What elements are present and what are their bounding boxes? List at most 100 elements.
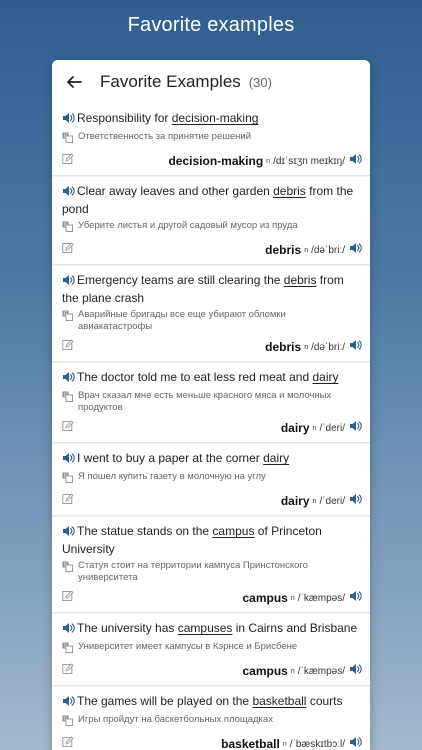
headword: decision-making (168, 154, 264, 168)
speaker-icon[interactable] (349, 152, 362, 170)
edit-icon[interactable] (62, 338, 74, 356)
pronunciation: /ˈderi/ (319, 422, 345, 434)
edit-icon[interactable] (62, 589, 74, 607)
translation-text: Статуя стоит на территории кампуса Принс… (78, 560, 308, 583)
favorites-count: (30) (248, 74, 272, 90)
card-footer: debris n /dəˈbriː/ (62, 242, 362, 258)
pronunciation: /ˈbæskɪtbɔːl/ (289, 738, 345, 750)
translate-icon: G (62, 472, 74, 487)
examples-list: Responsibility for decision-making G Отв… (52, 104, 370, 750)
svg-text:G: G (64, 393, 68, 399)
svg-text:G: G (64, 717, 68, 723)
translate-icon: G (62, 642, 74, 657)
example-sentence: Responsibility for decision-making (62, 110, 362, 128)
example-card: The doctor told me to eat less red meat … (52, 363, 370, 443)
pronunciation: /dəˈbriː/ (311, 244, 345, 256)
sentence-text: Emergency teams are still clearing the (77, 273, 284, 287)
speaker-icon[interactable] (349, 589, 362, 607)
sentence-text-end: courts (306, 694, 343, 708)
sentence-text: Responsibility for (77, 111, 172, 125)
svg-text:G: G (64, 563, 68, 569)
pronunciation: /dɪˈsɪʒn meɪkɪŋ/ (273, 155, 345, 167)
card-footer: decision-making n /dɪˈsɪʒn meɪkɪŋ/ (62, 153, 362, 169)
highlighted-word[interactable]: debris (284, 273, 317, 287)
part-of-speech: n (266, 157, 271, 165)
translation: G Университет имеет кампусы в Кэрнсе и Б… (62, 641, 362, 657)
phone-screen: Favorite Examples (30) Responsibility fo… (52, 60, 370, 750)
translate-icon: G (62, 310, 74, 333)
highlighted-word[interactable]: dairy (312, 370, 338, 384)
part-of-speech: n (304, 246, 309, 254)
edit-icon[interactable] (62, 492, 74, 510)
translation: G Аварийные бригады все еще убирают обло… (62, 309, 362, 333)
app-bar: Favorite Examples (30) (52, 60, 370, 104)
translate-icon: G (62, 391, 74, 414)
example-card: The games will be played on the basketba… (52, 687, 370, 750)
speaker-icon[interactable] (349, 662, 362, 680)
edit-icon[interactable] (62, 662, 74, 680)
example-card: The university has campuses in Cairns an… (52, 614, 370, 686)
translate-icon: G (62, 221, 74, 236)
edit-icon[interactable] (62, 152, 74, 170)
speaker-icon[interactable] (62, 371, 75, 387)
example-sentence: Emergency teams are still clearing the d… (62, 272, 362, 306)
speaker-icon[interactable] (62, 185, 75, 201)
example-card: The statue stands on the campus of Princ… (52, 517, 370, 613)
sentence-text: Clear away leaves and other garden (77, 184, 274, 198)
highlighted-word[interactable]: debris (273, 184, 306, 198)
highlighted-word[interactable]: dairy (263, 451, 289, 465)
speaker-icon[interactable] (62, 622, 75, 638)
example-card: I went to buy a paper at the corner dair… (52, 444, 370, 516)
speaker-icon[interactable] (349, 338, 362, 356)
pronunciation: /ˈderi/ (319, 495, 345, 507)
svg-text:G: G (64, 312, 68, 318)
speaker-icon[interactable] (349, 419, 362, 437)
translation: G Игры пройдут на баскетбольных площадка… (62, 714, 362, 730)
translation: G Я пошел купить газету в молочную на уг… (62, 471, 362, 487)
svg-text:G: G (64, 474, 68, 480)
pronunciation: /ˈkæmpəs/ (297, 665, 345, 677)
speaker-icon[interactable] (349, 241, 362, 259)
example-sentence: Clear away leaves and other garden debri… (62, 183, 362, 217)
translate-icon: G (62, 715, 74, 730)
translation-text: Врач сказал мне есть меньше красного мяс… (78, 390, 332, 413)
highlighted-word[interactable]: basketball (252, 694, 306, 708)
sentence-text: I went to buy a paper at the corner (77, 451, 264, 465)
highlighted-word[interactable]: campus (212, 524, 254, 538)
headword: debris (265, 243, 302, 257)
part-of-speech: n (312, 424, 317, 432)
translation: G Уберите листья и другой садовый мусор … (62, 220, 362, 236)
speaker-icon[interactable] (62, 695, 75, 711)
pronunciation: /dəˈbriː/ (311, 341, 345, 353)
sentence-text: The doctor told me to eat less red meat … (77, 370, 313, 384)
edit-icon[interactable] (62, 419, 74, 437)
edit-icon[interactable] (62, 735, 74, 750)
sentence-text: The university has (77, 621, 178, 635)
speaker-icon[interactable] (62, 112, 75, 128)
speaker-icon[interactable] (349, 492, 362, 510)
pronunciation: /ˈkæmpəs/ (297, 592, 345, 604)
back-arrow-icon[interactable] (66, 72, 86, 92)
speaker-icon[interactable] (349, 735, 362, 750)
headword: dairy (280, 494, 310, 508)
translation-text: Игры пройдут на баскетбольных площадках (78, 714, 273, 725)
part-of-speech: n (304, 343, 309, 351)
speaker-icon[interactable] (62, 452, 75, 468)
example-sentence: I went to buy a paper at the corner dair… (62, 450, 362, 468)
example-sentence: The games will be played on the basketba… (62, 693, 362, 711)
translation: G Врач сказал мне есть меньше красного м… (62, 390, 362, 414)
highlighted-word[interactable]: campuses (178, 621, 233, 635)
headword: campus (242, 664, 288, 678)
edit-icon[interactable] (62, 241, 74, 259)
headword: debris (265, 340, 302, 354)
speaker-icon[interactable] (62, 274, 75, 290)
sentence-text-end: in Cairns and Brisbane (232, 621, 358, 635)
highlighted-word[interactable]: decision-making (172, 111, 259, 125)
example-sentence: The doctor told me to eat less red meat … (62, 369, 362, 387)
sentence-text: The games will be played on the (77, 694, 253, 708)
translation-text: Уберите листья и другой садовый мусор из… (78, 220, 298, 231)
part-of-speech: n (282, 740, 287, 748)
svg-text:G: G (64, 134, 68, 140)
speaker-icon[interactable] (62, 525, 75, 541)
banner-title: Favorite examples (127, 14, 295, 36)
